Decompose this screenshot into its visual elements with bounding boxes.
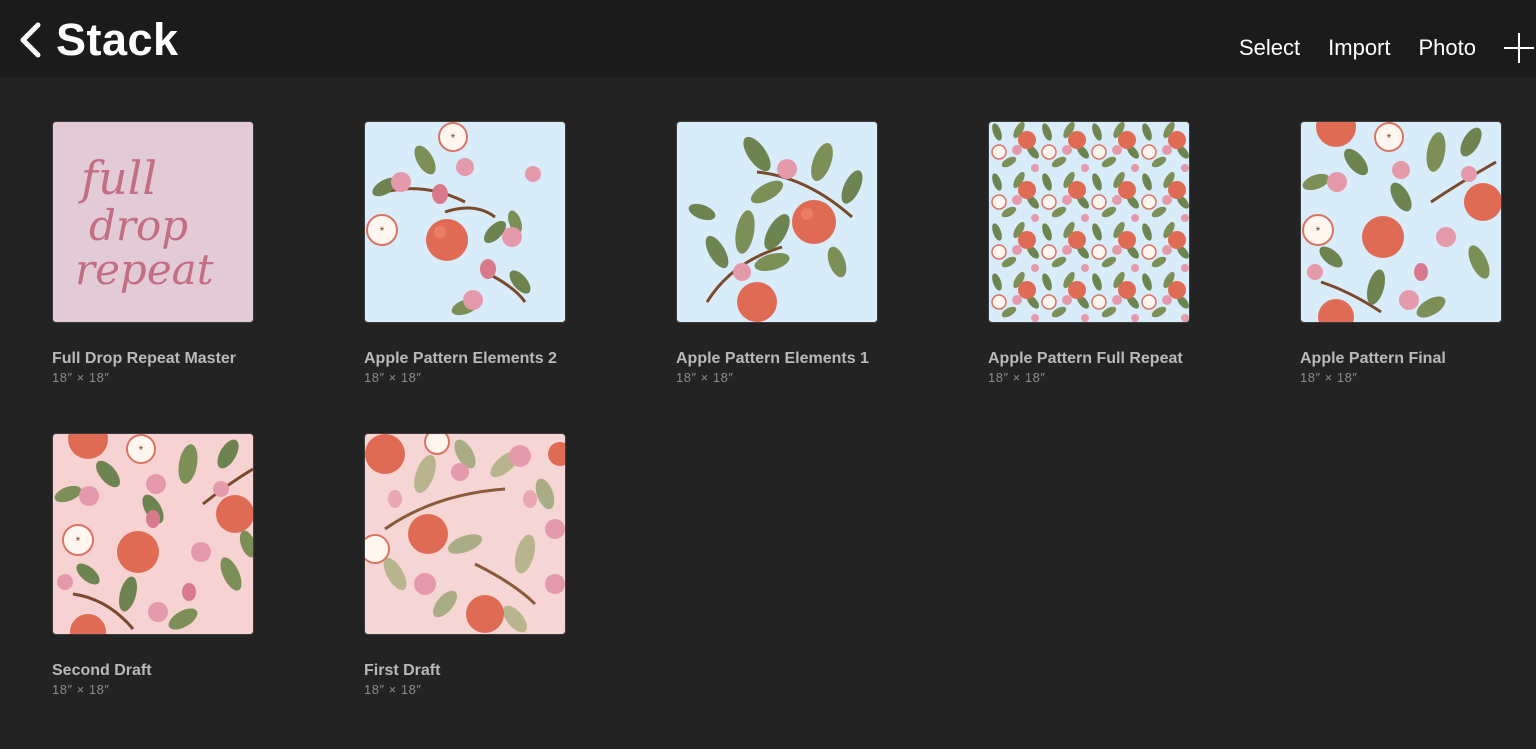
artwork-card[interactable]: Apple Pattern Full Repeat 18″ × 18″: [988, 121, 1218, 385]
artwork-thumbnail[interactable]: [364, 433, 566, 635]
import-button[interactable]: Import: [1328, 35, 1390, 61]
pattern-thumbnail: * *: [365, 122, 565, 322]
artwork-size: 18″ × 18″: [676, 370, 734, 385]
svg-text:*: *: [380, 224, 385, 238]
pattern-thumbnail: [365, 434, 565, 634]
artwork-name[interactable]: Apple Pattern Elements 1: [676, 350, 906, 368]
artwork-name[interactable]: Apple Pattern Full Repeat: [988, 350, 1218, 368]
svg-text:*: *: [451, 131, 456, 145]
artwork-size: 18″ × 18″: [52, 682, 110, 697]
svg-text:*: *: [139, 443, 144, 457]
artwork-thumbnail[interactable]: [676, 121, 878, 323]
svg-text:*: *: [1387, 131, 1392, 145]
pattern-thumbnail: * *: [1301, 122, 1501, 322]
photo-button[interactable]: Photo: [1419, 35, 1477, 61]
thumb-text: drop: [89, 201, 188, 250]
artwork-size: 18″ × 18″: [52, 370, 110, 385]
toolbar-actions: Select Import Photo: [1239, 32, 1536, 64]
pattern-thumbnail: * *: [53, 434, 253, 634]
artwork-size: 18″ × 18″: [1300, 370, 1358, 385]
artwork-name[interactable]: Apple Pattern Final: [1300, 350, 1530, 368]
svg-text:*: *: [1316, 224, 1321, 238]
artwork-name[interactable]: First Draft: [364, 662, 594, 680]
artwork-name[interactable]: Apple Pattern Elements 2: [364, 350, 594, 368]
pattern-thumbnail: [677, 122, 877, 322]
top-bar: Stack Select Import Photo: [0, 0, 1536, 77]
artwork-card[interactable]: full drop repeat Full Drop Repeat Master…: [52, 121, 282, 385]
artwork-card[interactable]: * * Second Draft 18″ × 18″: [52, 433, 282, 697]
artwork-thumbnail[interactable]: full drop repeat: [52, 121, 254, 323]
artwork-card[interactable]: * * Apple Pattern Elements 2 18″ × 18″: [364, 121, 594, 385]
thumb-text: repeat: [75, 245, 214, 294]
artwork-size: 18″ × 18″: [988, 370, 1046, 385]
artwork-thumbnail[interactable]: * *: [364, 121, 566, 323]
artwork-thumbnail[interactable]: * *: [1300, 121, 1502, 323]
select-button[interactable]: Select: [1239, 35, 1300, 61]
svg-text:*: *: [76, 534, 81, 548]
artwork-name[interactable]: Second Draft: [52, 662, 282, 680]
back-button[interactable]: Stack: [18, 14, 179, 66]
plus-icon[interactable]: [1504, 33, 1534, 63]
artwork-card[interactable]: Apple Pattern Elements 1 18″ × 18″: [676, 121, 906, 385]
artwork-thumbnail[interactable]: * *: [52, 433, 254, 635]
artwork-card[interactable]: First Draft 18″ × 18″: [364, 433, 594, 697]
artwork-card[interactable]: * * Apple Pattern Final 18″ × 18″: [1300, 121, 1530, 385]
page-title: Stack: [56, 14, 179, 65]
chevron-left-icon: [20, 22, 41, 58]
pattern-thumbnail: [989, 122, 1189, 322]
artwork-name[interactable]: Full Drop Repeat Master: [52, 350, 282, 368]
artwork-size: 18″ × 18″: [364, 370, 422, 385]
artwork-size: 18″ × 18″: [364, 682, 422, 697]
handwriting-thumbnail: full drop repeat: [53, 122, 253, 322]
artwork-thumbnail[interactable]: [988, 121, 1190, 323]
thumb-text: full: [78, 151, 157, 205]
